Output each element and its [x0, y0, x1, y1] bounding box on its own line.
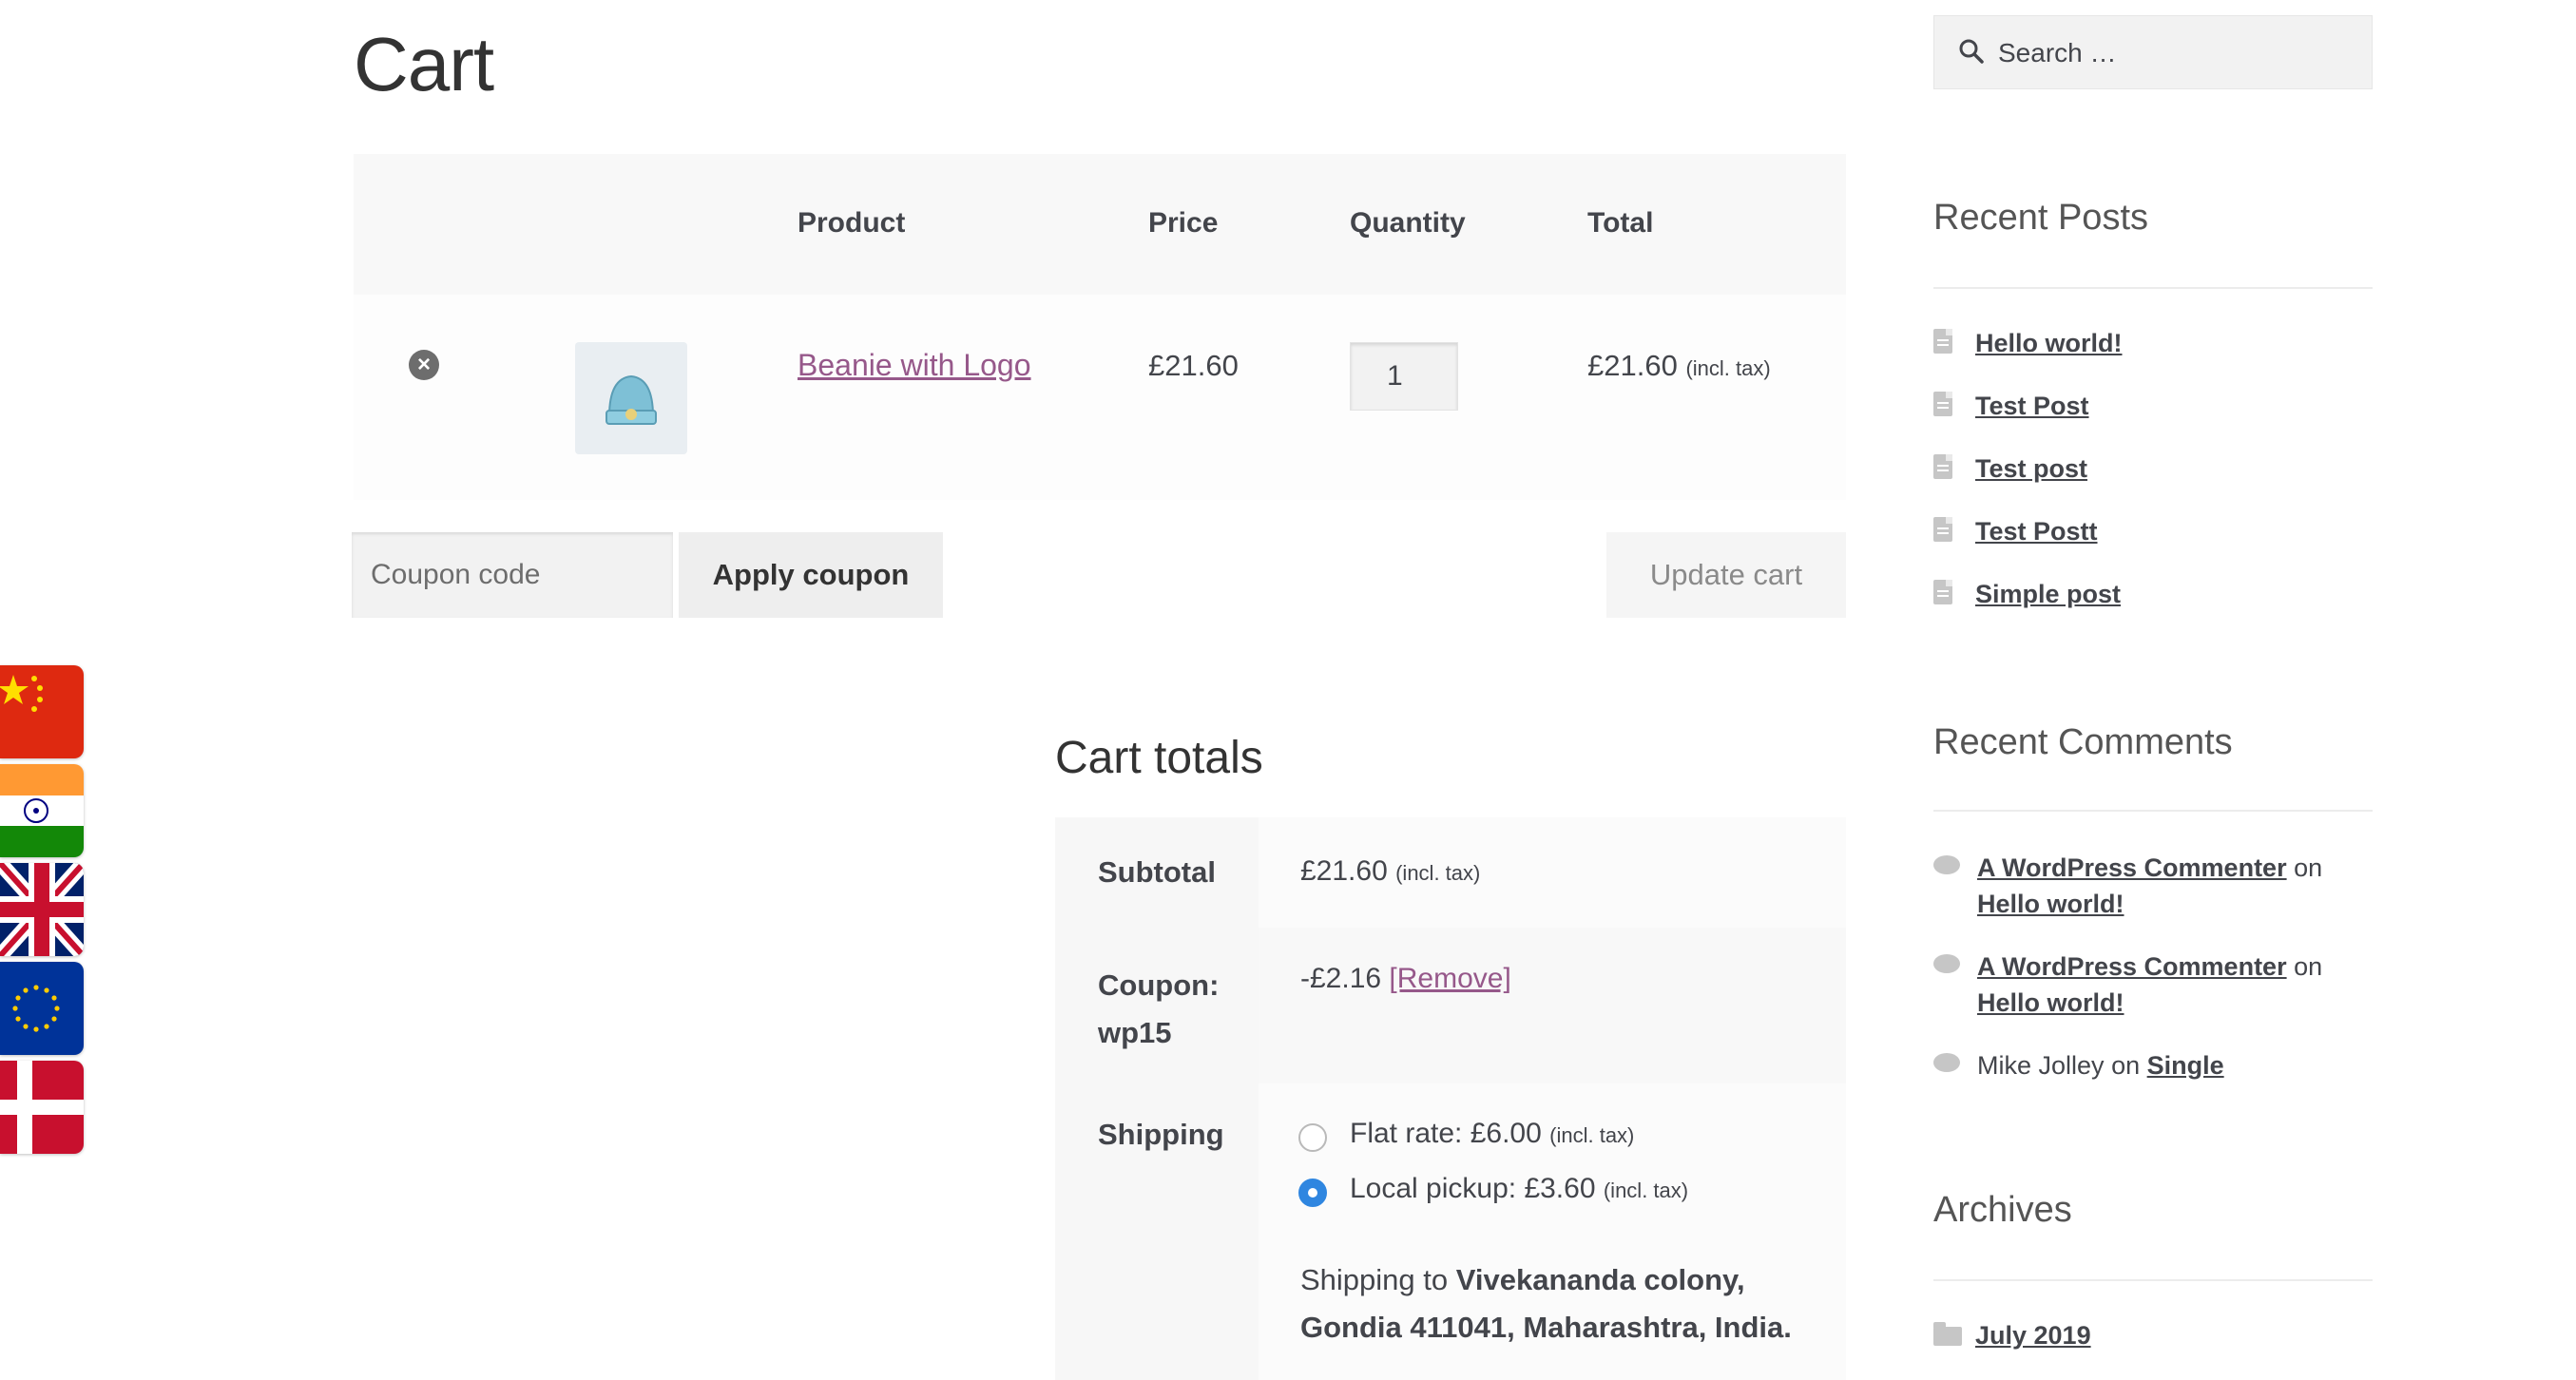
uk-flag-icon[interactable] [0, 863, 84, 956]
coupon-code-input[interactable] [352, 532, 673, 618]
coupon-remove-link[interactable]: [Remove] [1389, 963, 1510, 994]
comment-post-link[interactable]: Hello world! [1977, 890, 2124, 918]
denmark-flag-graphic [0, 1061, 84, 1154]
flat-rate-note: (incl. tax) [1549, 1123, 1635, 1147]
denmark-flag-icon[interactable] [0, 1061, 84, 1154]
document-icon [1933, 580, 1952, 604]
india-flag-graphic [0, 764, 84, 857]
remove-item-icon[interactable]: × [409, 350, 439, 380]
item-total-value: £21.60 [1587, 349, 1678, 382]
column-header-quantity: Quantity [1350, 207, 1466, 239]
local-pickup-note: (incl. tax) [1603, 1179, 1689, 1202]
shipping-option-local-pickup[interactable]: Local pickup: £3.60 (incl. tax) [1350, 1173, 1688, 1205]
recent-comments-title: Recent Comments [1933, 722, 2233, 762]
item-price: £21.60 [1148, 349, 1239, 382]
folder-icon [1933, 1322, 1962, 1346]
subtotal-amount: £21.60 [1300, 855, 1388, 887]
comment-on-text: on [2294, 952, 2323, 981]
search-icon [1959, 39, 1984, 64]
comment-post-link[interactable]: Hello world! [1977, 988, 2124, 1017]
subtotal-value: £21.60 (incl. tax) [1300, 855, 1480, 888]
list-item: Simple post [1933, 580, 2121, 609]
document-icon [1933, 454, 1952, 479]
archive-link[interactable]: July 2019 [1975, 1321, 2091, 1350]
document-icon [1933, 517, 1952, 542]
comment-author-link[interactable]: A WordPress Commenter [1977, 952, 2287, 981]
list-item: Test Postt [1933, 517, 2098, 546]
list-item: Test post [1933, 454, 2087, 484]
column-header-product: Product [798, 207, 906, 239]
list-item: A WordPress Commenter on Hello world! [1977, 949, 2376, 1021]
list-item: Mike Jolley on Single [1977, 1047, 2376, 1083]
coupon-value: -£2.16 [Remove] [1300, 963, 1511, 995]
column-header-price: Price [1148, 207, 1219, 239]
quantity-input[interactable] [1350, 342, 1458, 411]
shipping-option-flat-rate[interactable]: Flat rate: £6.00 (incl. tax) [1350, 1118, 1634, 1150]
coupon-label-code: wp15 [1098, 1016, 1172, 1049]
list-item: July 2019 [1933, 1321, 2091, 1351]
apply-coupon-button[interactable]: Apply coupon [679, 532, 943, 618]
subtotal-note: (incl. tax) [1395, 861, 1481, 885]
coupon-label-line1: Coupon: [1098, 968, 1220, 1002]
local-pickup-label: Local pickup: £3.60 [1350, 1173, 1596, 1204]
comment-icon [1933, 1053, 1960, 1072]
divider [1933, 1279, 2373, 1281]
comment-icon [1933, 855, 1960, 874]
comment-on-text: on [2294, 853, 2323, 882]
recent-post-link[interactable]: Test Postt [1975, 517, 2098, 546]
totals-row-coupon [1259, 928, 1846, 1083]
comment-post-link[interactable]: Single [2147, 1051, 2224, 1080]
item-total-note: (incl. tax) [1685, 356, 1771, 380]
shipping-radio-flat-rate[interactable] [1298, 1123, 1327, 1152]
comment-author: Mike Jolley [1977, 1051, 2105, 1080]
update-cart-button[interactable]: Update cart [1606, 532, 1846, 618]
comment-icon [1933, 954, 1960, 973]
beanie-image [606, 374, 657, 425]
flat-rate-label: Flat rate: £6.00 [1350, 1118, 1542, 1149]
eu-flag-graphic [12, 985, 60, 1032]
shipping-label: Shipping [1098, 1118, 1224, 1151]
document-icon [1933, 392, 1952, 416]
shipping-address: Shipping to Vivekananda colony, Gondia 4… [1300, 1256, 1814, 1351]
china-flag-icon[interactable] [0, 665, 84, 758]
search-input[interactable] [1996, 19, 2361, 87]
ship-to-prefix: Shipping to [1300, 1263, 1449, 1296]
comment-author-link[interactable]: A WordPress Commenter [1977, 853, 2287, 882]
divider [1933, 287, 2373, 289]
recent-posts-title: Recent Posts [1933, 198, 2148, 238]
archives-title: Archives [1933, 1190, 2072, 1230]
shipping-radio-local-pickup[interactable] [1298, 1179, 1327, 1207]
item-total: £21.60 (incl. tax) [1587, 349, 1771, 383]
column-header-total: Total [1587, 207, 1654, 239]
divider [1933, 810, 2373, 812]
subtotal-label: Subtotal [1098, 855, 1216, 889]
india-flag-icon[interactable] [0, 764, 84, 857]
product-link-beanie[interactable]: Beanie with Logo [798, 348, 1031, 383]
cart-totals-title: Cart totals [1055, 733, 1263, 783]
list-item: Test Post [1933, 392, 2089, 421]
china-flag-graphic [0, 675, 43, 712]
product-thumbnail[interactable] [575, 342, 687, 454]
recent-post-link[interactable]: Simple post [1975, 580, 2121, 608]
document-icon [1933, 329, 1952, 354]
comment-on-text: on [2111, 1051, 2141, 1080]
coupon-label: Coupon: wp15 [1098, 962, 1219, 1057]
recent-post-link[interactable]: Hello world! [1975, 329, 2123, 357]
list-item: A WordPress Commenter on Hello world! [1977, 850, 2376, 922]
coupon-discount: -£2.16 [1300, 963, 1382, 994]
page-title: Cart [354, 22, 494, 106]
list-item: Hello world! [1933, 329, 2123, 358]
uk-flag-graphic [0, 863, 84, 956]
recent-post-link[interactable]: Test Post [1975, 392, 2089, 420]
eu-flag-icon[interactable] [0, 962, 84, 1055]
recent-post-link[interactable]: Test post [1975, 454, 2087, 483]
totals-label-column [1055, 817, 1259, 1380]
